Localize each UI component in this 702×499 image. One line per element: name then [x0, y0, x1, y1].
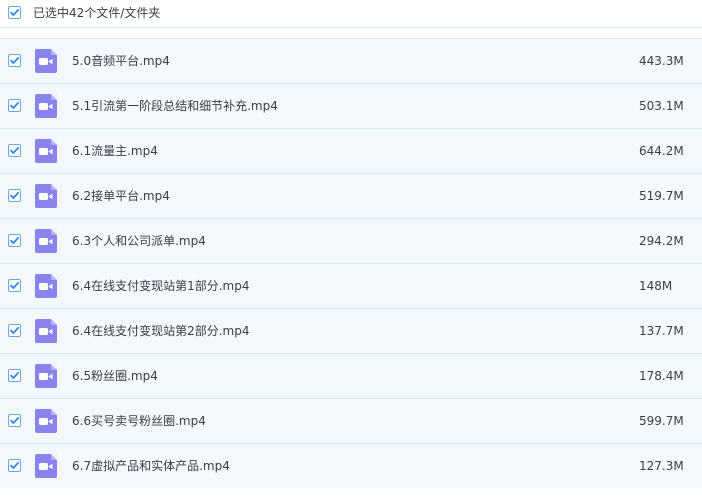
video-camera-icon	[39, 418, 53, 425]
checkmark-icon	[10, 146, 20, 154]
file-checkbox[interactable]	[8, 234, 21, 247]
file-checkbox[interactable]	[8, 99, 21, 112]
file-row[interactable]: 6.5粉丝圈.mp4 178.4M	[0, 353, 702, 398]
video-camera-icon	[39, 463, 53, 470]
file-checkbox[interactable]	[8, 279, 21, 292]
checkmark-icon	[10, 101, 20, 109]
file-size: 294.2M	[639, 234, 684, 248]
file-corner-fold	[51, 274, 57, 280]
checkmark-icon	[10, 236, 20, 244]
file-size: 503.1M	[639, 99, 684, 113]
file-name[interactable]: 6.4在线支付变现站第1部分.mp4	[72, 278, 249, 294]
file-row[interactable]: 6.2接单平台.mp4 519.7M	[0, 173, 702, 218]
checkmark-icon	[10, 281, 20, 289]
checkmark-icon	[10, 56, 20, 64]
video-file-icon	[35, 94, 57, 118]
file-name[interactable]: 6.7虚拟产品和实体产品.mp4	[72, 458, 230, 474]
video-file-icon	[35, 139, 57, 163]
checkmark-icon	[10, 326, 20, 334]
video-file-icon	[35, 229, 57, 253]
file-checkbox[interactable]	[8, 144, 21, 157]
file-checkbox[interactable]	[8, 54, 21, 67]
video-camera-icon	[39, 373, 53, 380]
video-file-icon	[35, 454, 57, 478]
file-list: 5.0音频平台.mp4 443.3M 5.1引流第一阶段总结和细节补充.mp4 …	[0, 38, 702, 499]
video-file-icon	[35, 274, 57, 298]
checkmark-icon	[10, 371, 20, 379]
video-camera-icon	[39, 58, 53, 65]
video-camera-icon	[39, 103, 53, 110]
file-row[interactable]: 6.6买号卖号粉丝圈.mp4 599.7M	[0, 398, 702, 443]
file-row[interactable]: 6.4在线支付变现站第1部分.mp4 148M	[0, 263, 702, 308]
file-checkbox[interactable]	[8, 324, 21, 337]
file-selection-panel: 已选中42个文件/文件夹 5.0音频平台.mp4 443.3M 5.1引流第一阶…	[0, 0, 702, 499]
file-size: 137.7M	[639, 324, 684, 338]
file-checkbox[interactable]	[8, 414, 21, 427]
file-size: 148M	[639, 279, 673, 293]
checkmark-icon	[10, 461, 20, 469]
file-size: 644.2M	[639, 144, 684, 158]
file-corner-fold	[51, 409, 57, 415]
file-checkbox[interactable]	[8, 459, 21, 472]
file-row[interactable]: 6.4在线支付变现站第2部分.mp4 137.7M	[0, 308, 702, 353]
file-name[interactable]: 6.3个人和公司派单.mp4	[72, 233, 206, 249]
file-checkbox[interactable]	[8, 189, 21, 202]
file-checkbox[interactable]	[8, 369, 21, 382]
file-corner-fold	[51, 319, 57, 325]
file-row[interactable]: 6.3个人和公司派单.mp4 294.2M	[0, 218, 702, 263]
file-name[interactable]: 5.1引流第一阶段总结和细节补充.mp4	[72, 98, 278, 114]
file-name[interactable]: 6.4在线支付变现站第2部分.mp4	[72, 323, 249, 339]
video-camera-icon	[39, 283, 53, 290]
video-camera-icon	[39, 238, 53, 245]
file-size: 443.3M	[639, 54, 684, 68]
checkmark-icon	[10, 191, 20, 199]
video-file-icon	[35, 319, 57, 343]
file-size: 178.4M	[639, 369, 684, 383]
file-size: 519.7M	[639, 189, 684, 203]
video-camera-icon	[39, 328, 53, 335]
file-name[interactable]: 6.5粉丝圈.mp4	[72, 368, 158, 384]
video-camera-icon	[39, 193, 53, 200]
file-corner-fold	[51, 364, 57, 370]
checkmark-icon	[10, 416, 20, 424]
video-file-icon	[35, 184, 57, 208]
file-size: 127.3M	[639, 459, 684, 473]
file-row[interactable]: 5.0音频平台.mp4 443.3M	[0, 38, 702, 83]
file-row[interactable]: 6.1流量主.mp4 644.2M	[0, 128, 702, 173]
video-camera-icon	[39, 148, 53, 155]
file-name[interactable]: 6.1流量主.mp4	[72, 143, 158, 159]
file-size: 599.7M	[639, 414, 684, 428]
file-name[interactable]: 6.6买号卖号粉丝圈.mp4	[72, 413, 206, 429]
file-corner-fold	[51, 49, 57, 55]
checkmark-icon	[10, 8, 20, 16]
video-file-icon	[35, 364, 57, 388]
file-corner-fold	[51, 94, 57, 100]
video-file-icon	[35, 409, 57, 433]
file-row[interactable]: 5.1引流第一阶段总结和细节补充.mp4 503.1M	[0, 83, 702, 128]
selected-count-text: 已选中42个文件/文件夹	[33, 6, 161, 20]
file-name[interactable]: 5.0音频平台.mp4	[72, 53, 170, 69]
file-corner-fold	[51, 454, 57, 460]
video-file-icon	[35, 49, 57, 73]
file-corner-fold	[51, 139, 57, 145]
select-all-checkbox[interactable]	[8, 6, 21, 19]
file-name[interactable]: 6.2接单平台.mp4	[72, 188, 170, 204]
file-row[interactable]: 6.7虚拟产品和实体产品.mp4 127.3M	[0, 443, 702, 488]
file-corner-fold	[51, 184, 57, 190]
selection-header: 已选中42个文件/文件夹	[0, 0, 702, 28]
file-corner-fold	[51, 229, 57, 235]
